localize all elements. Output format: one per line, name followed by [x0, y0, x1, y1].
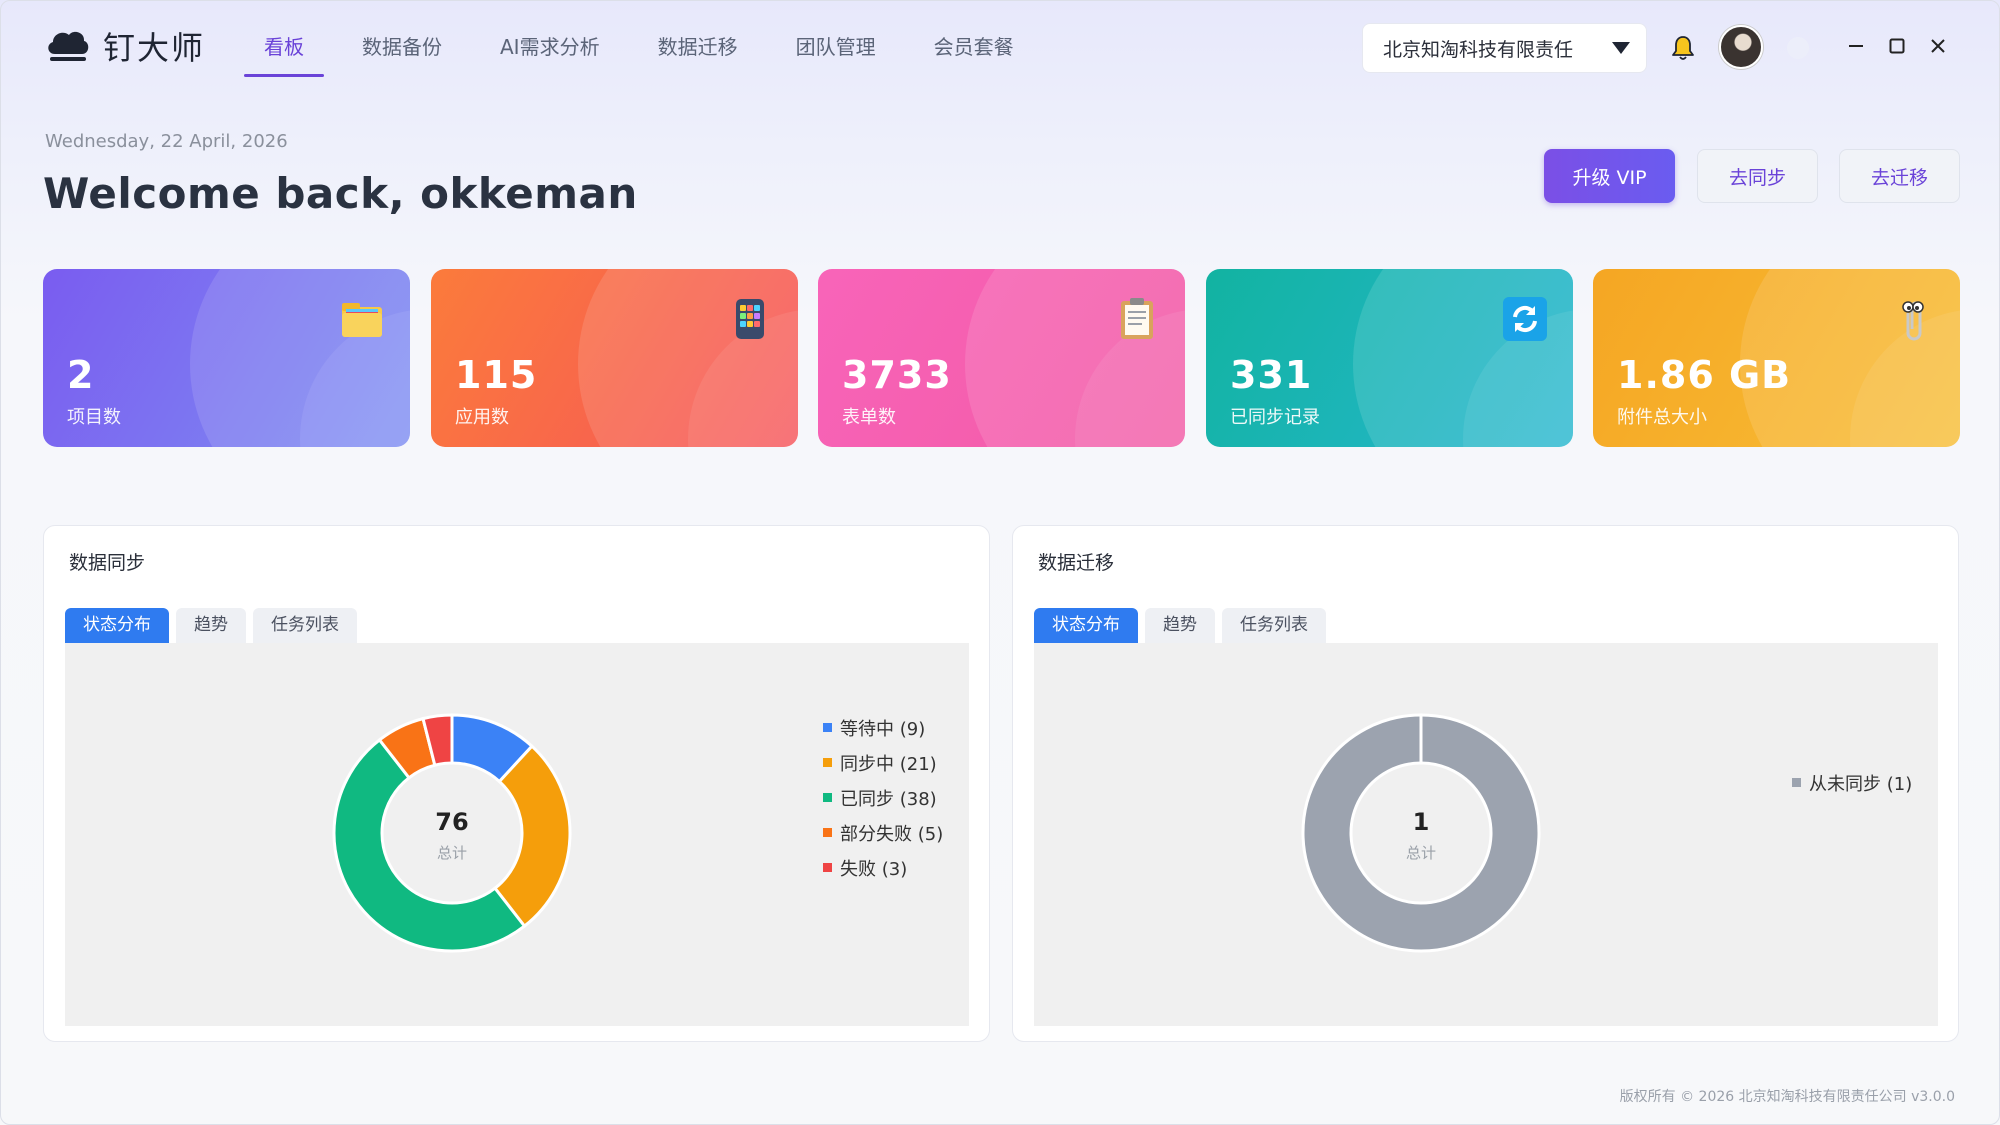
- stat-value: 331: [1230, 353, 1313, 397]
- tab-task-list[interactable]: 任务列表: [253, 608, 357, 643]
- app-window: 钉大师 看板 数据备份 AI需求分析 数据迁移 团队管理 会员套餐 北京知淘科技…: [0, 0, 2000, 1125]
- nav-item-ai-analysis[interactable]: AI需求分析: [500, 1, 600, 81]
- sync-panel-tabs: 状态分布 趋势 任务列表: [65, 608, 364, 643]
- tab-trend[interactable]: 趋势: [1145, 608, 1215, 643]
- donut-slice-2[interactable]: [492, 744, 572, 929]
- maximize-icon[interactable]: [1882, 31, 1912, 61]
- migration-panel: 数据迁移 状态分布 趋势 任务列表 1 总计 从未同步 (1): [1012, 525, 1959, 1042]
- cloud-logo-icon: [48, 31, 89, 61]
- legend-swatch: [1792, 778, 1801, 787]
- stat-value: 1.86 GB: [1617, 353, 1792, 397]
- bell-icon[interactable]: [1669, 34, 1697, 62]
- organization-select[interactable]: 北京知淘科技有限责任: [1362, 23, 1647, 73]
- legend-swatch: [823, 758, 832, 767]
- nav-item-migration[interactable]: 数据迁移: [658, 1, 738, 81]
- welcome-heading: Welcome back, okkeman: [43, 169, 638, 218]
- tab-trend[interactable]: 趋势: [176, 608, 246, 643]
- legend-item[interactable]: 已同步 (38): [823, 780, 943, 815]
- app-grid-icon: [736, 299, 764, 339]
- status-indicator[interactable]: [1787, 37, 1809, 59]
- legend-label: 部分失败 (5): [840, 823, 944, 845]
- go-migrate-button[interactable]: 去迁移: [1839, 149, 1960, 203]
- upgrade-vip-button[interactable]: 升级 VIP: [1544, 149, 1675, 203]
- caret-down-icon: [1612, 42, 1630, 54]
- legend-label: 等待中 (9): [840, 718, 926, 740]
- current-date: Wednesday, 22 April, 2026: [45, 131, 288, 152]
- legend-label: 失败 (3): [840, 858, 908, 880]
- stat-label: 项目数: [67, 407, 121, 428]
- stat-value: 115: [455, 353, 538, 397]
- legend-item[interactable]: 失败 (3): [823, 850, 943, 885]
- minimize-icon[interactable]: [1841, 31, 1871, 61]
- tab-task-list[interactable]: 任务列表: [1222, 608, 1326, 643]
- paperclip-icon: [1902, 301, 1924, 341]
- legend-label: 同步中 (21): [840, 753, 937, 775]
- stat-label: 附件总大小: [1617, 407, 1707, 428]
- sync-chart-area: 76 总计 等待中 (9) 同步中 (21) 已同步 (38) 部分失败 (5)…: [65, 643, 969, 1026]
- sync-panel-title: 数据同步: [69, 552, 146, 574]
- user-avatar[interactable]: [1719, 25, 1763, 69]
- sync-total-label: 总计: [436, 844, 467, 862]
- sync-legend: 等待中 (9) 同步中 (21) 已同步 (38) 部分失败 (5) 失败 (3…: [823, 710, 943, 885]
- stat-card-synced-records[interactable]: 331 已同步记录: [1206, 269, 1573, 447]
- stat-card-attachment-size[interactable]: 1.86 GB 附件总大小: [1593, 269, 1960, 447]
- tab-status-distribution[interactable]: 状态分布: [65, 608, 169, 643]
- stat-label: 应用数: [455, 407, 509, 428]
- migration-panel-tabs: 状态分布 趋势 任务列表: [1034, 608, 1333, 643]
- stat-card-projects[interactable]: 2 项目数: [43, 269, 410, 447]
- folder-icon: [342, 303, 382, 337]
- stat-card-apps[interactable]: 115 应用数: [431, 269, 798, 447]
- legend-label: 从未同步 (1): [1809, 773, 1913, 795]
- migration-legend: 从未同步 (1): [1792, 765, 1912, 800]
- sync-total-value: 76: [435, 808, 469, 836]
- migration-chart-area: 1 总计 从未同步 (1): [1034, 643, 1938, 1026]
- app-logo[interactable]: 钉大师: [43, 23, 205, 69]
- main-nav: 看板 数据备份 AI需求分析 数据迁移 团队管理 会员套餐: [244, 1, 1072, 81]
- legend-swatch: [823, 723, 832, 732]
- stat-card-forms[interactable]: 3733 表单数: [818, 269, 1185, 447]
- tab-status-distribution[interactable]: 状态分布: [1034, 608, 1138, 643]
- legend-item[interactable]: 部分失败 (5): [823, 815, 943, 850]
- legend-swatch: [823, 793, 832, 802]
- nav-item-membership[interactable]: 会员套餐: [934, 1, 1014, 81]
- migration-total-label: 总计: [1405, 844, 1436, 862]
- nav-item-team[interactable]: 团队管理: [796, 1, 876, 81]
- stat-value: 3733: [842, 353, 952, 397]
- migration-panel-title: 数据迁移: [1038, 552, 1115, 574]
- organization-select-value: 北京知淘科技有限责任: [1383, 38, 1574, 61]
- stat-label: 表单数: [842, 407, 896, 428]
- sync-panel: 数据同步 状态分布 趋势 任务列表 76 总计 等待中 (9) 同步中 (21)…: [43, 525, 990, 1042]
- legend-swatch: [823, 828, 832, 837]
- nav-item-dashboard[interactable]: 看板: [244, 1, 324, 81]
- legend-swatch: [823, 863, 832, 872]
- app-name: 钉大师: [103, 29, 206, 67]
- stat-value: 2: [67, 353, 95, 397]
- clipboard-icon: [1121, 298, 1153, 339]
- stat-label: 已同步记录: [1230, 407, 1320, 428]
- legend-label: 已同步 (38): [840, 788, 937, 810]
- go-sync-button[interactable]: 去同步: [1697, 149, 1818, 203]
- nav-item-backup[interactable]: 数据备份: [362, 1, 442, 81]
- sync-icon: [1503, 297, 1547, 341]
- footer-copyright: 版权所有 © 2026 北京知淘科技有限责任公司 v3.0.0: [1619, 1089, 1955, 1105]
- close-icon[interactable]: [1923, 31, 1953, 61]
- legend-item[interactable]: 从未同步 (1): [1792, 765, 1912, 800]
- top-bar: 钉大师 看板 数据备份 AI需求分析 数据迁移 团队管理 会员套餐 北京知淘科技…: [1, 1, 1999, 93]
- legend-item[interactable]: 同步中 (21): [823, 745, 943, 780]
- migration-total-value: 1: [1412, 808, 1430, 836]
- legend-item[interactable]: 等待中 (9): [823, 710, 943, 745]
